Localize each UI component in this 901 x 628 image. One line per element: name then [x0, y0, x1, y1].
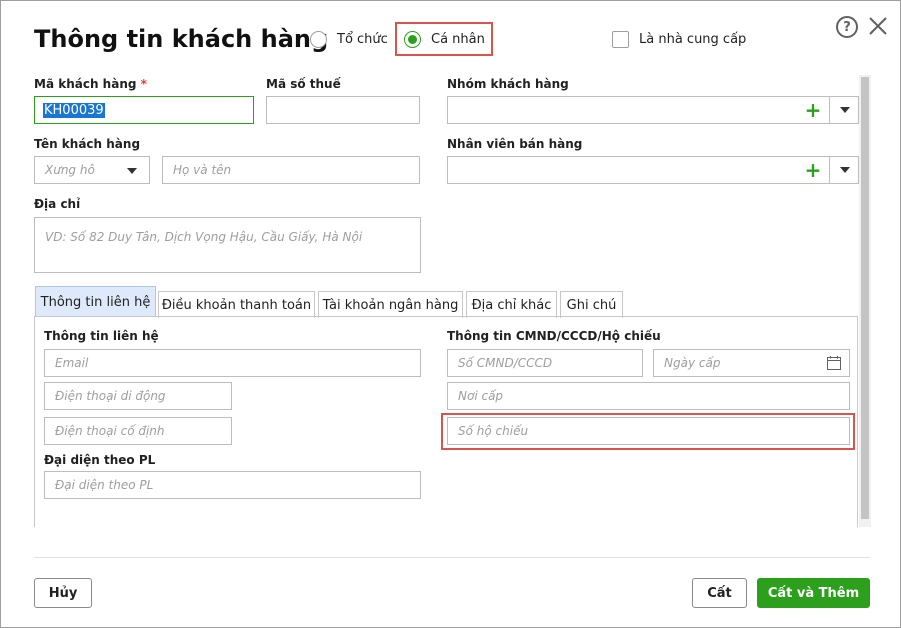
issue-date-placeholder: Ngày cấp: [664, 356, 721, 370]
supplier-checkbox-box[interactable]: [612, 31, 629, 48]
sales-staff-add-button[interactable]: +: [798, 156, 828, 184]
salutation-select[interactable]: Xưng hô: [34, 156, 150, 184]
full-name-input[interactable]: Họ và tên: [162, 156, 420, 184]
salutation-placeholder: Xưng hô: [45, 163, 95, 177]
scrollbar-thumb[interactable]: [861, 77, 869, 519]
customer-code-input[interactable]: KH00039: [34, 96, 254, 124]
email-input[interactable]: Email: [44, 349, 421, 377]
sales-staff-label: Nhân viên bán hàng: [447, 137, 583, 151]
radio-individual-circle[interactable]: [404, 31, 421, 48]
passport-input[interactable]: Số hộ chiếu: [447, 417, 850, 445]
sales-staff-dropdown-button[interactable]: [829, 156, 859, 184]
legal-rep-label: Đại diện theo PL: [44, 453, 156, 467]
chevron-down-icon: [127, 168, 137, 174]
customer-info-dialog: Thông tin khách hàng Tổ chức Cá nhân Là …: [0, 0, 901, 628]
id-number-input[interactable]: Số CMND/CCCD: [447, 349, 643, 377]
tax-code-label: Mã số thuế: [266, 77, 341, 91]
calendar-icon[interactable]: [826, 355, 842, 371]
tab-bank-account[interactable]: Tài khoản ngân hàng: [318, 291, 463, 318]
landline-phone-input[interactable]: Điện thoại cố định: [44, 417, 232, 445]
customer-group-add-button[interactable]: +: [798, 96, 828, 124]
save-and-add-button[interactable]: Cất và Thêm: [757, 578, 870, 608]
customer-code-value: KH00039: [43, 102, 105, 118]
footer-divider: [34, 557, 870, 558]
customer-group-label: Nhóm khách hàng: [447, 77, 569, 91]
radio-individual[interactable]: Cá nhân: [404, 31, 485, 48]
supplier-checkbox[interactable]: Là nhà cung cấp: [612, 31, 746, 48]
issue-date-input[interactable]: Ngày cấp: [653, 349, 850, 377]
customer-code-label: Mã khách hàng *: [34, 77, 147, 91]
cancel-button[interactable]: Hủy: [34, 578, 92, 608]
required-mark: *: [140, 77, 147, 91]
address-textarea[interactable]: VD: Số 82 Duy Tân, Dịch Vọng Hậu, Cầu Gi…: [34, 217, 421, 273]
issue-place-input[interactable]: Nơi cấp: [447, 382, 850, 410]
radio-organization-label: Tổ chức: [337, 32, 388, 47]
id-section-label: Thông tin CMND/CCCD/Hộ chiếu: [447, 329, 661, 343]
customer-group-dropdown-button[interactable]: [829, 96, 859, 124]
tab-notes[interactable]: Ghi chú: [560, 291, 623, 318]
legal-rep-input[interactable]: Đại diện theo PL: [44, 471, 421, 499]
radio-individual-label: Cá nhân: [431, 32, 485, 47]
address-label: Địa chỉ: [34, 197, 81, 211]
help-icon[interactable]: ?: [836, 16, 858, 38]
supplier-checkbox-label: Là nhà cung cấp: [639, 32, 747, 47]
tax-code-input[interactable]: [266, 96, 420, 124]
save-button[interactable]: Cất: [692, 578, 747, 608]
close-icon[interactable]: [867, 15, 889, 37]
chevron-down-icon: [839, 167, 850, 173]
tab-payment-terms[interactable]: Điều khoản thanh toán: [158, 291, 315, 318]
mobile-phone-input[interactable]: Điện thoại di động: [44, 382, 232, 410]
radio-organization[interactable]: Tổ chức: [310, 31, 388, 48]
contact-section-label: Thông tin liên hệ: [44, 329, 159, 343]
tab-other-address[interactable]: Địa chỉ khác: [466, 291, 557, 318]
chevron-down-icon: [839, 107, 850, 113]
dialog-title: Thông tin khách hàng: [34, 25, 329, 53]
tab-contact-info[interactable]: Thông tin liên hệ: [35, 286, 156, 317]
radio-organization-circle[interactable]: [310, 31, 327, 48]
customer-name-label: Tên khách hàng: [34, 137, 141, 151]
